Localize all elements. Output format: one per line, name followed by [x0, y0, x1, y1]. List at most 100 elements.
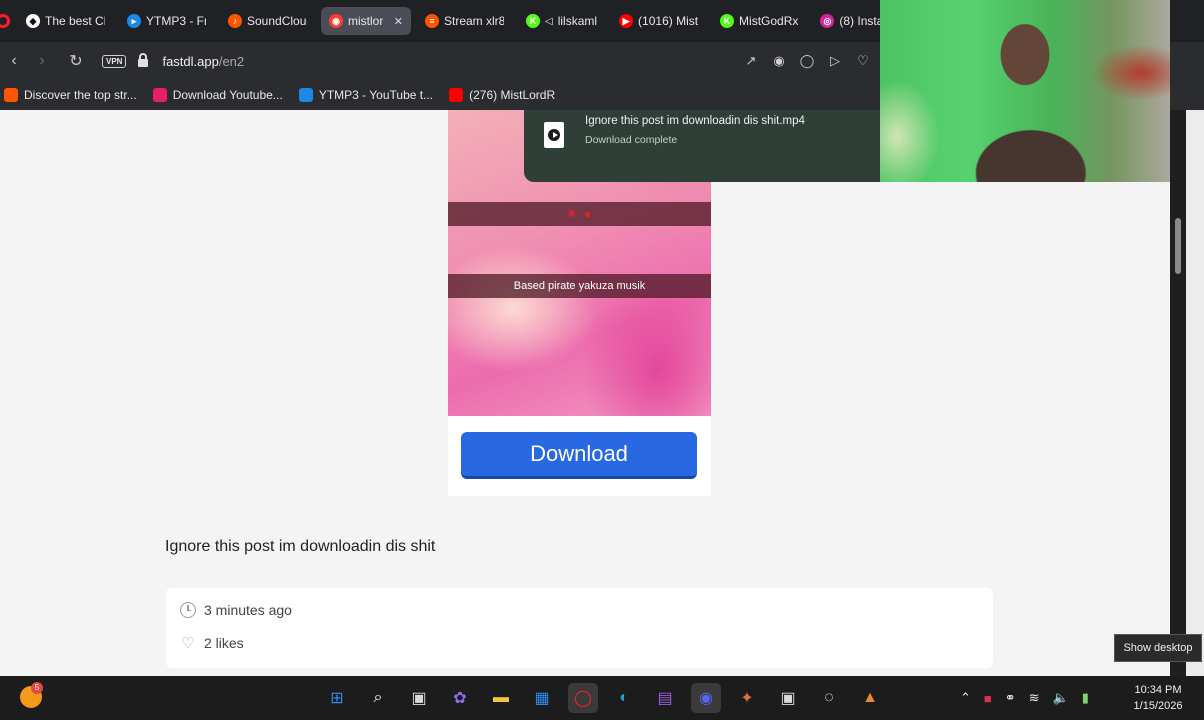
- tab-2[interactable]: ♪ SoundCloud: [220, 7, 315, 35]
- weather-widget-icon[interactable]: 5: [20, 682, 43, 708]
- bookmark-label: (276) MistLordR: [469, 88, 556, 102]
- back-icon[interactable]: ‹: [0, 52, 28, 70]
- share-icon[interactable]: ↗: [742, 53, 760, 69]
- opera-menu-icon[interactable]: [0, 14, 10, 28]
- camera-icon[interactable]: ▣: [773, 683, 803, 713]
- tab-3[interactable]: ◉ mistlord ✕: [321, 7, 411, 35]
- download-button[interactable]: Download: [461, 432, 697, 479]
- bookmark-label: Discover the top str...: [24, 88, 137, 102]
- discord-icon[interactable]: ◉: [691, 683, 721, 713]
- store-icon[interactable]: ▦: [527, 683, 557, 713]
- fl-studio-icon[interactable]: ▲: [855, 683, 885, 713]
- tab-label: SoundCloud: [247, 14, 307, 28]
- video-file-icon: [544, 122, 564, 148]
- forward-icon[interactable]: ›: [28, 52, 56, 70]
- bookmark-favicon-icon: [152, 88, 167, 102]
- tab-label: lilskaml: [557, 14, 598, 28]
- url-field[interactable]: fastdl.app/en2: [162, 54, 244, 69]
- copilot-icon[interactable]: ✿: [445, 683, 475, 713]
- bookmark-0[interactable]: Discover the top str...: [4, 88, 137, 102]
- task-view-icon-glyph: ▣: [411, 690, 427, 707]
- bookmark-label: Download Youtube...: [172, 88, 283, 102]
- tab-favicon-icon: ◎: [820, 14, 835, 28]
- post-caption: Ignore this post im downloadin dis shit: [165, 538, 436, 555]
- heart-outline-icon: ♡: [181, 635, 195, 652]
- tab-audio-icon[interactable]: ◁: [545, 16, 553, 27]
- task-view-icon[interactable]: ▣: [404, 683, 434, 713]
- battery-icon[interactable]: ▮: [1082, 690, 1089, 706]
- file-explorer-icon-glyph: ▬: [493, 689, 509, 706]
- clapper-icon-glyph: ▤: [657, 690, 673, 707]
- chevron-up-icon[interactable]: ⌃: [960, 690, 971, 706]
- tray-app-icon[interactable]: ■: [984, 691, 992, 706]
- microphone-icon[interactable]: ⚭: [1005, 690, 1016, 706]
- edge-icon-glyph: ◐: [619, 689, 629, 706]
- lock-icon[interactable]: [138, 53, 149, 67]
- taskbar: 5 ⊞ ⌕ ▣ ✿ ▬ ▦ ◯ ◐ ▤ ◉ ✦ ▣ ◌ ▲ ⌃ ■ ⚭ ≋ 🔈 ▮ 10:34 PM 1/…: [0, 676, 1204, 720]
- search-icon[interactable]: ⌕: [363, 683, 393, 713]
- start-button[interactable]: ⊞: [322, 683, 352, 713]
- show-desktop-tooltip: Show desktop: [1114, 634, 1202, 662]
- game-icon[interactable]: ✦: [732, 683, 762, 713]
- wifi-icon[interactable]: ≋: [1029, 690, 1040, 706]
- weather-badge: 5: [31, 682, 43, 694]
- obs-icon[interactable]: ◌: [814, 683, 844, 713]
- preview-top-strip: ◉: [448, 202, 711, 226]
- game-icon-glyph: ✦: [740, 690, 754, 707]
- record-icon: ◉: [567, 208, 576, 219]
- opera-icon[interactable]: ◯: [568, 683, 598, 713]
- tab-5[interactable]: K ◁ lilskaml: [518, 7, 605, 35]
- bookmark-3[interactable]: (276) MistLordR: [449, 88, 555, 102]
- tab-0[interactable]: ◆ The best Ch: [18, 7, 113, 35]
- camera-icon-glyph: ▣: [780, 690, 796, 707]
- start-button-glyph: ⊞: [330, 690, 344, 707]
- obs-icon-glyph: ◌: [824, 689, 834, 706]
- speaker-icon[interactable]: 🔈: [1053, 690, 1069, 706]
- taskbar-clock[interactable]: 10:34 PM 1/15/2026: [1128, 682, 1188, 714]
- file-explorer-icon[interactable]: ▬: [486, 683, 516, 713]
- bookmark-favicon-icon: [298, 88, 313, 102]
- send-icon[interactable]: ▷: [826, 53, 844, 69]
- copilot-icon-glyph: ✿: [453, 690, 467, 707]
- clapper-icon[interactable]: ▤: [650, 683, 680, 713]
- tab-4[interactable]: ≡ Stream xlr8: [417, 7, 512, 35]
- url-path: /en2: [218, 53, 245, 69]
- system-tray: ⌃ ■ ⚭ ≋ 🔈 ▮: [960, 676, 1089, 720]
- edge-icon[interactable]: ◐: [609, 683, 639, 713]
- tab-close-icon[interactable]: ✕: [394, 15, 403, 28]
- download-popup[interactable]: Ignore this post im downloadin dis shit.…: [524, 110, 884, 182]
- tab-1[interactable]: ▸ YTMP3 - Fre: [119, 7, 214, 35]
- tab-favicon-icon: ▸: [127, 14, 141, 28]
- snapshot-icon[interactable]: ◉: [770, 53, 788, 69]
- search-icon-glyph: ⌕: [373, 689, 383, 706]
- tab-favicon-icon: K: [720, 14, 735, 28]
- tab-label: mistlord: [348, 14, 383, 28]
- fl-studio-icon-glyph: ▲: [862, 689, 878, 706]
- download-filename[interactable]: Ignore this post im downloadin dis shit.…: [585, 115, 805, 127]
- vpn-badge[interactable]: VPN: [102, 54, 127, 68]
- tab-6[interactable]: ▶ (1016) Mistl: [611, 7, 706, 35]
- shield-icon[interactable]: ◯: [798, 53, 816, 69]
- bookmark-label: YTMP3 - YouTube t...: [318, 88, 434, 102]
- tab-label: (1016) Mistl: [638, 14, 699, 28]
- tab-label: Stream xlr8: [444, 14, 504, 28]
- taskbar-time: 10:34 PM: [1134, 684, 1182, 696]
- tab-label: MistGodRx: [739, 14, 799, 28]
- url-host: fastdl.app: [162, 53, 219, 69]
- tab-favicon-icon: ▶: [619, 14, 634, 28]
- discord-icon-glyph: ◉: [699, 690, 713, 707]
- heart-icon[interactable]: ♡: [854, 53, 872, 69]
- reload-icon[interactable]: ↻: [62, 51, 90, 71]
- bookmark-1[interactable]: Download Youtube...: [152, 88, 283, 102]
- webcam-glass: [880, 0, 1170, 182]
- post-meta: 3 minutes ago ♡ 2 likes: [166, 588, 993, 668]
- bookmark-2[interactable]: YTMP3 - YouTube t...: [298, 88, 434, 102]
- tab-label: The best Ch: [45, 14, 105, 28]
- scrollbar-track[interactable]: [1170, 110, 1186, 676]
- time-ago: 3 minutes ago: [204, 602, 292, 618]
- scrollbar-thumb[interactable]: [1175, 218, 1181, 274]
- page-scrollbar[interactable]: [1170, 110, 1204, 676]
- bookmark-favicon-icon: [449, 88, 464, 102]
- download-status: Download complete: [585, 134, 678, 146]
- tab-7[interactable]: K MistGodRx: [712, 7, 806, 35]
